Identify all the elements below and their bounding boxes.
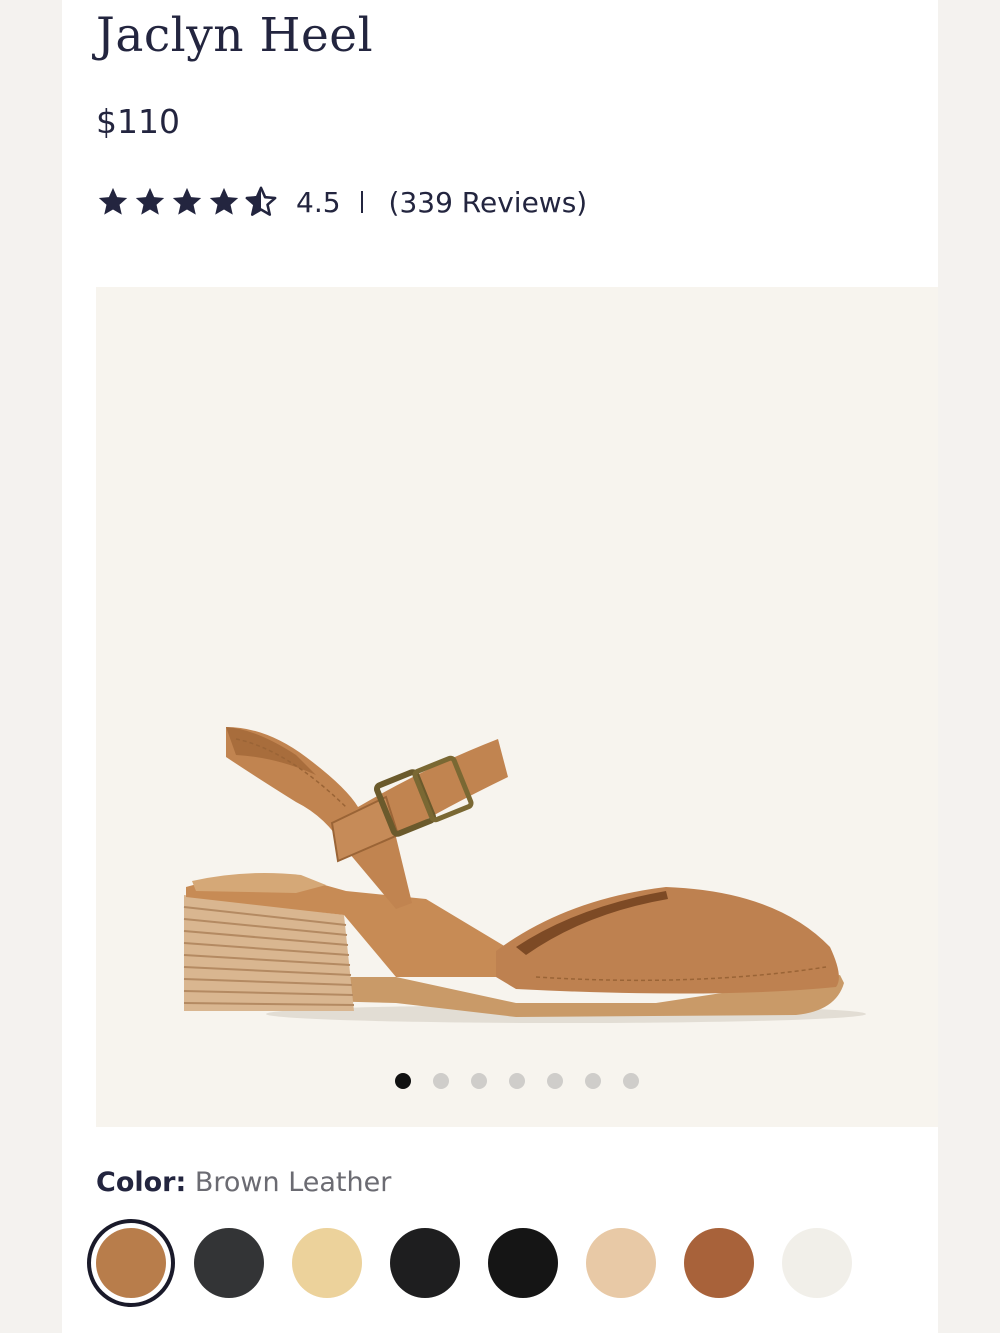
- star-rating: [96, 185, 278, 219]
- color-swatch-natural-raffia[interactable]: [586, 1228, 656, 1298]
- color-swatch-white-spotted[interactable]: [782, 1228, 852, 1298]
- star-full-icon: [209, 187, 239, 215]
- product-image-carousel[interactable]: [96, 287, 938, 1127]
- rating-value: 4.5: [296, 185, 341, 219]
- carousel-dot[interactable]: [623, 1073, 639, 1089]
- color-swatch-cream[interactable]: [292, 1228, 362, 1298]
- carousel-dot[interactable]: [395, 1073, 411, 1089]
- carousel-dot[interactable]: [585, 1073, 601, 1089]
- color-swatch-black-leather[interactable]: [194, 1228, 264, 1298]
- color-swatch-black-perforated[interactable]: [488, 1228, 558, 1298]
- selected-color-name: Brown Leather: [194, 1167, 392, 1198]
- product-image: [183, 727, 866, 1023]
- carousel-pagination: [96, 1073, 938, 1089]
- color-label: Color: Brown Leather: [96, 1167, 391, 1198]
- carousel-dot[interactable]: [547, 1073, 563, 1089]
- star-full-icon: [172, 187, 202, 215]
- color-swatch-brown-spotted[interactable]: [684, 1228, 754, 1298]
- rating-divider: [360, 191, 363, 213]
- star-full-icon: [98, 187, 128, 215]
- color-swatch-black-woven[interactable]: [390, 1228, 460, 1298]
- product-title: Jaclyn Heel: [96, 8, 374, 63]
- product-price: $110: [96, 102, 180, 141]
- star-full-icon: [135, 187, 165, 215]
- color-label-title: Color:: [96, 1167, 187, 1198]
- star-half-icon: [245, 186, 277, 216]
- review-count-link[interactable]: (339 Reviews): [389, 186, 588, 219]
- carousel-dot[interactable]: [433, 1073, 449, 1089]
- color-swatch-brown-leather[interactable]: [87, 1219, 175, 1307]
- carousel-dot[interactable]: [471, 1073, 487, 1089]
- rating-row[interactable]: 4.5 (339 Reviews): [96, 182, 587, 222]
- carousel-dot[interactable]: [509, 1073, 525, 1089]
